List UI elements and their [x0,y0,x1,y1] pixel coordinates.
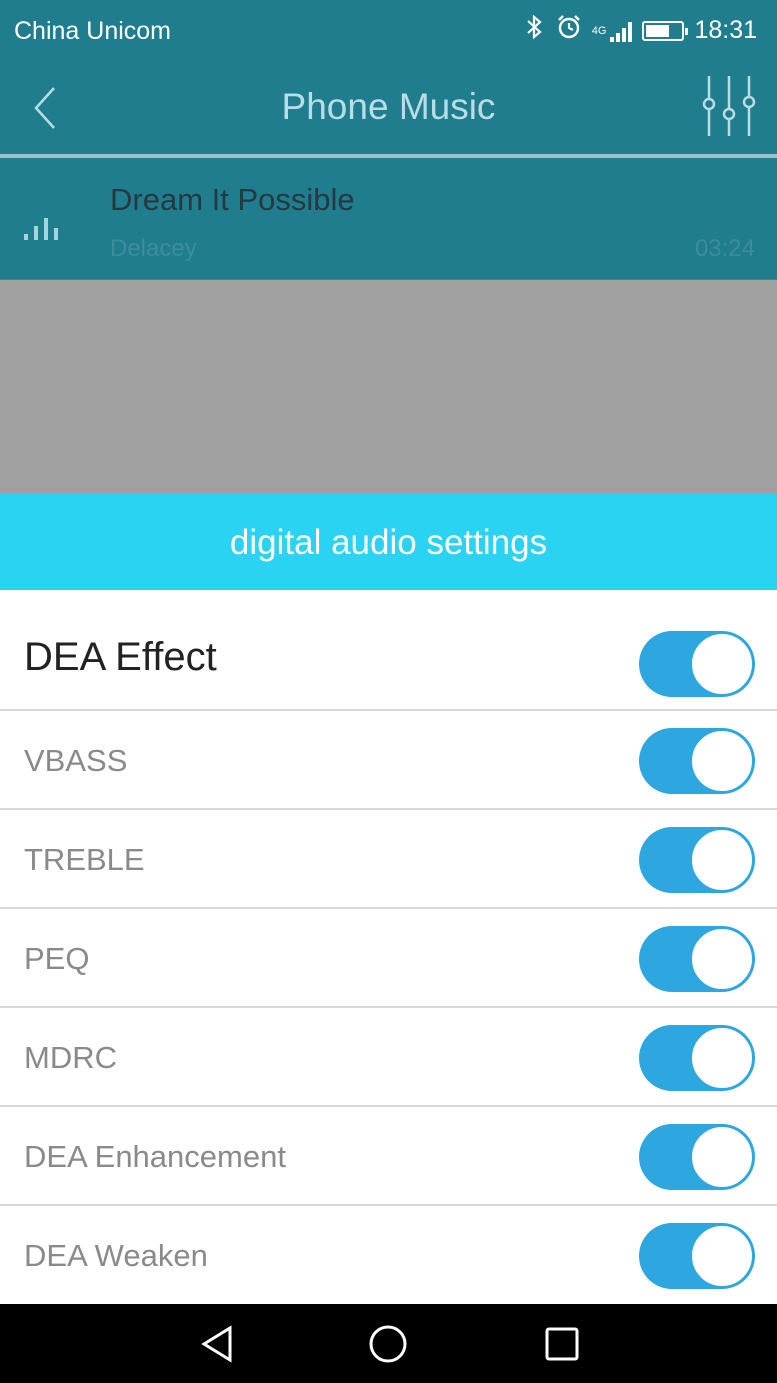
settings-list: DEA Effect VBASS TREBLE PEQ MDRC DEA Enh… [0,590,777,1304]
dim-overlay[interactable] [0,280,777,494]
setting-row-vbass: VBASS [0,711,777,810]
toggle-knob [690,1224,754,1288]
setting-label: TREBLE [24,842,145,877]
setting-label: DEA Weaken [24,1238,208,1273]
dea-effect-toggle[interactable] [639,631,755,697]
mdrc-toggle[interactable] [639,1025,755,1091]
toggle-knob [690,927,754,991]
toggle-knob [690,1125,754,1189]
setting-label: DEA Enhancement [24,1139,286,1174]
setting-row-dea-effect: DEA Effect [0,590,777,711]
setting-label: VBASS [24,743,128,778]
setting-row-peq: PEQ [0,909,777,1008]
toggle-knob [690,632,754,696]
setting-row-dea-weaken: DEA Weaken [0,1206,777,1305]
nav-home-button[interactable] [366,1322,410,1366]
nav-recents-button[interactable] [540,1322,584,1366]
signal-icon [610,20,633,42]
sheet-title: digital audio settings [0,494,777,590]
peq-toggle[interactable] [639,926,755,992]
back-triangle-icon [201,1325,232,1363]
setting-label: PEQ [24,941,90,976]
status-bar: China Unicom 4G 18:31 [0,0,777,64]
now-playing-item[interactable]: Dream It Possible Delacey 03:24 [0,158,777,280]
carrier-name: China Unicom [14,17,172,45]
setting-row-dea-enhancement: DEA Enhancement [0,1107,777,1206]
song-duration: 03:24 [694,235,755,262]
toggle-knob [690,729,754,793]
recents-square-icon [545,1327,579,1361]
toggle-knob [690,828,754,892]
system-nav-bar [0,1304,777,1383]
song-artist: Delacey [110,235,197,262]
treble-toggle[interactable] [639,827,755,893]
setting-label: MDRC [24,1040,117,1075]
bluetooth-icon [524,14,546,47]
equalizer-sliders-icon [702,76,756,136]
nav-back-button[interactable] [196,1322,240,1366]
playing-bars-icon [24,210,58,240]
alarm-icon [556,14,582,47]
equalizer-button[interactable] [699,74,759,140]
setting-row-mdrc: MDRC [0,1008,777,1107]
vbass-toggle[interactable] [639,728,755,794]
network-type-label: 4G [591,24,607,37]
page-title: Phone Music [281,86,496,127]
clock-time: 18:31 [694,16,757,44]
home-circle-icon [369,1325,407,1363]
song-title: Dream It Possible [110,182,355,217]
battery-icon [642,20,689,41]
dea-enhancement-toggle[interactable] [639,1124,755,1190]
app-header: Phone Music [0,64,777,154]
toggle-knob [690,1026,754,1090]
status-icons: 4G 18:31 [524,14,757,47]
dea-weaken-toggle[interactable] [639,1223,755,1289]
setting-row-treble: TREBLE [0,810,777,909]
